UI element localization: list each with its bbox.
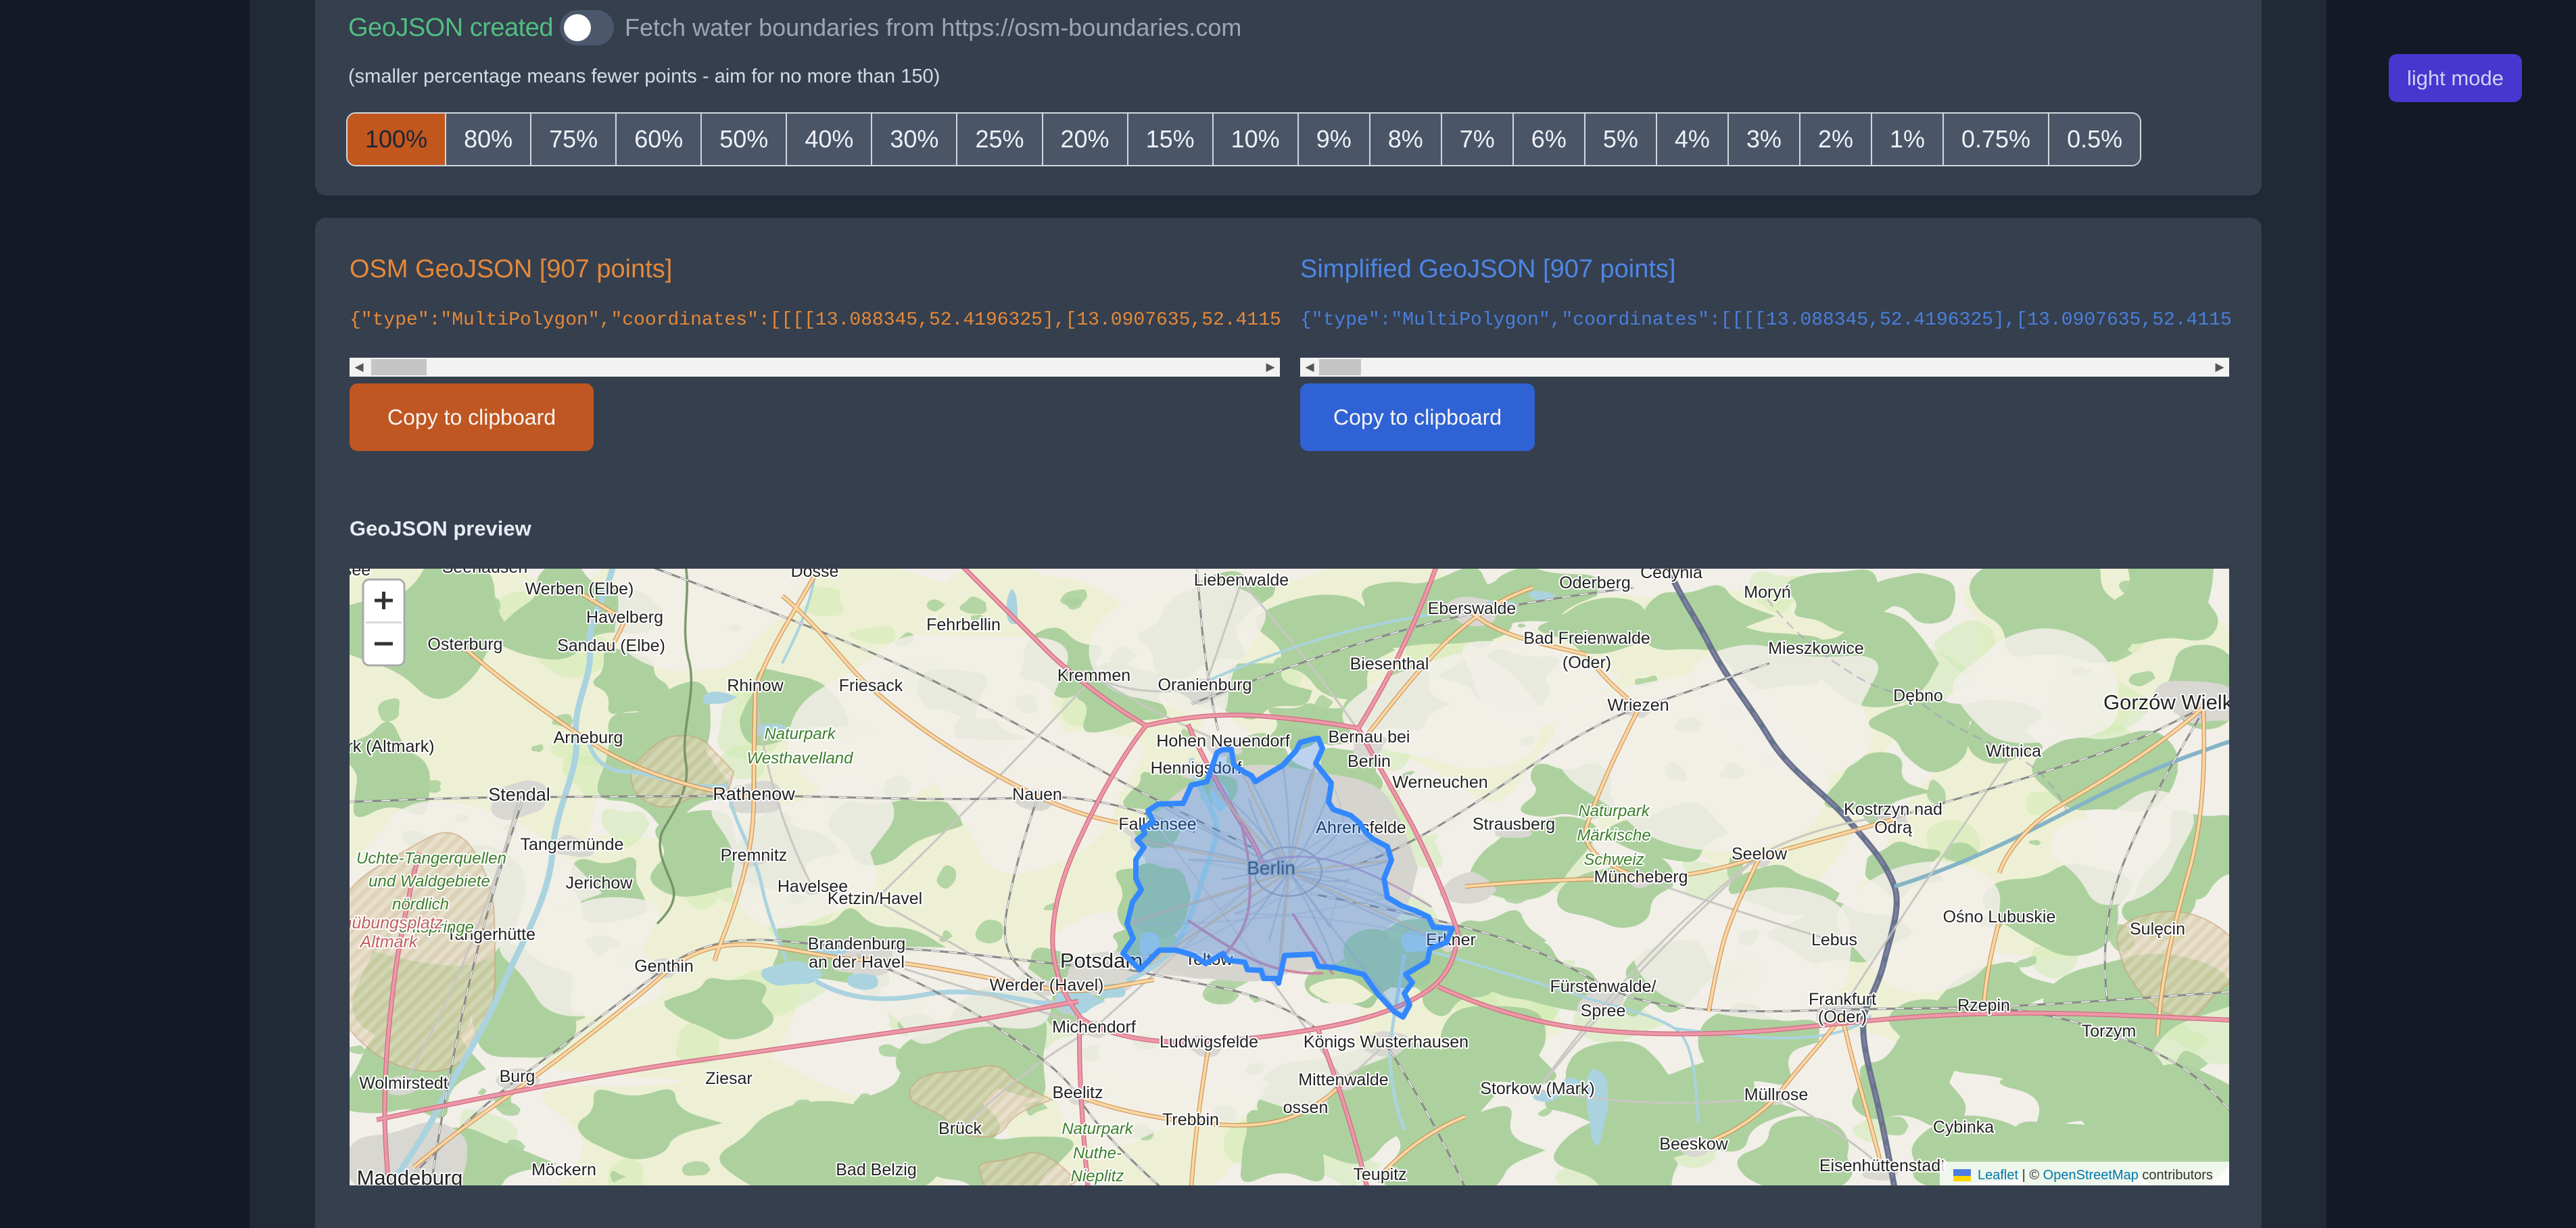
svg-text:und Waldgebiete: und Waldgebiete [368,872,490,891]
svg-text:Müncheberg: Müncheberg [1594,868,1688,887]
svg-text:Gorzów Wielkopols: Gorzów Wielkopols [2103,690,2229,714]
svg-text:Magdeburg: Magdeburg [357,1166,463,1185]
svg-text:Oderberg: Oderberg [1559,573,1631,592]
svg-text:Werben (Elbe): Werben (Elbe) [525,580,634,598]
svg-text:see: see [350,569,371,580]
svg-text:Michendorf: Michendorf [1052,1018,1136,1037]
svg-text:Lebus: Lebus [1811,930,1857,949]
svg-text:Bernau bei: Bernau bei [1329,728,1410,747]
svg-text:ossen: ossen [1283,1098,1329,1117]
svg-text:Altmark: Altmark [359,932,419,951]
svg-text:Fürstenwalde/: Fürstenwalde/ [1550,977,1656,996]
svg-text:Königs Wusterhausen: Königs Wusterhausen [1304,1033,1469,1052]
svg-text:(Oder): (Oder) [1818,1008,1867,1026]
svg-text:Storkow (Mark): Storkow (Mark) [1480,1079,1594,1098]
svg-text:Ludwigsfelde: Ludwigsfelde [1160,1033,1258,1052]
svg-text:Nuthe-: Nuthe- [1073,1144,1122,1162]
svg-text:penübungsplatz: penübungsplatz [350,914,444,932]
svg-text:Kostrzyn nad: Kostrzyn nad [1844,800,1942,819]
svg-text:Mittenwalde: Mittenwalde [1298,1070,1388,1089]
svg-text:Premnitz: Premnitz [721,846,788,865]
svg-text:Ziesar: Ziesar [705,1069,752,1088]
svg-text:Bad Belzig: Bad Belzig [836,1160,917,1179]
svg-text:Sulęcin: Sulęcin [2130,920,2185,939]
svg-text:Tangermünde: Tangermünde [521,835,624,854]
svg-text:Trebbin: Trebbin [1162,1110,1219,1129]
svg-text:Frankfurt: Frankfurt [1809,990,1876,1009]
svg-text:Friesack: Friesack [839,676,903,695]
svg-text:(Oder): (Oder) [1563,653,1611,672]
svg-text:Naturpark: Naturpark [764,725,836,743]
svg-text:Dosse: Dosse [791,569,839,581]
svg-text:Fehrbellin: Fehrbellin [926,615,1001,634]
svg-text:Seelow: Seelow [1732,845,1788,864]
svg-text:Müllrose: Müllrose [1744,1085,1808,1104]
svg-text:Strausberg: Strausberg [1473,815,1555,834]
svg-text:Brandenburg: Brandenburg [808,935,906,953]
svg-text:Nauen: Nauen [1012,785,1062,804]
svg-text:Sandau (Elbe): Sandau (Elbe) [557,636,665,655]
svg-text:Uchte-Tangerquellen: Uchte-Tangerquellen [356,849,506,868]
svg-text:Witnica: Witnica [1986,742,2041,761]
svg-text:Dębno: Dębno [1893,686,1943,705]
svg-text:Naturpark: Naturpark [1578,802,1650,820]
svg-text:Moryń: Moryń [1744,583,1790,602]
svg-text:Brück: Brück [938,1119,982,1138]
svg-text:Havelberg: Havelberg [586,608,663,627]
svg-text:Osterburg: Osterburg [427,635,502,654]
svg-text:Ketzin/Havel: Ketzin/Havel [828,889,922,908]
svg-text:Mieszkowice: Mieszkowice [1768,639,1864,658]
svg-text:Wolmirstedt: Wolmirstedt [359,1074,448,1093]
svg-text:Arneburg: Arneburg [554,728,623,747]
svg-text:Westhavelland: Westhavelland [747,749,854,768]
svg-text:Möckern: Möckern [531,1160,596,1179]
svg-text:Wriezen: Wriezen [1607,696,1669,715]
svg-text:Rhinow: Rhinow [727,676,784,695]
svg-text:Bad Freienwalde: Bad Freienwalde [1523,629,1650,648]
svg-text:Odrą: Odrą [1874,818,1912,837]
svg-text:Beeskow: Beeskow [1659,1135,1728,1154]
svg-text:Oranienburg: Oranienburg [1158,676,1252,694]
svg-text:Biesenthal: Biesenthal [1350,655,1429,674]
svg-text:Seehausen: Seehausen [442,569,528,577]
svg-text:Jerichow: Jerichow [566,874,634,893]
svg-text:Stendal: Stendal [488,784,550,805]
svg-text:Teupitz: Teupitz [1353,1165,1406,1184]
svg-text:Schweiz: Schweiz [1583,851,1644,869]
svg-text:an der Havel: an der Havel [809,953,905,972]
svg-text:Naturpark: Naturpark [1062,1120,1134,1138]
svg-text:Rathenow: Rathenow [713,784,795,804]
svg-text:Burg: Burg [500,1067,535,1086]
svg-text:Liebenwalde: Liebenwalde [1194,571,1289,590]
svg-text:nördlich: nördlich [392,895,449,914]
svg-text:Cybinka: Cybinka [1933,1118,1994,1137]
svg-text:Werder (Havel): Werder (Havel) [989,976,1103,995]
svg-text:Berlin: Berlin [1347,752,1391,771]
svg-text:Beelitz: Beelitz [1052,1083,1103,1102]
svg-text:Cedynia: Cedynia [1640,569,1702,582]
svg-text:Kremmen: Kremmen [1057,666,1130,685]
svg-text:Torzym: Torzym [2082,1022,2137,1041]
svg-text:Spree: Spree [1581,1001,1626,1020]
svg-text:Ośno Lubuskie: Ośno Lubuskie [1943,907,2056,926]
svg-text:Werneuchen: Werneuchen [1392,773,1487,792]
svg-text:Nieplitz: Nieplitz [1071,1167,1124,1185]
svg-text:Eberswalde: Eberswalde [1428,599,1517,618]
svg-text:Eisenhüttenstadt: Eisenhüttenstadt [1819,1156,1945,1175]
svg-text:Leaflet | © OpenStreetMap cont: Leaflet | © OpenStreetMap contributors [1978,1168,2213,1183]
svg-text:Rzepin: Rzepin [1957,996,2010,1015]
svg-text:Märkische: Märkische [1577,826,1650,845]
svg-text:Genthin: Genthin [634,957,694,976]
svg-text:ark (Altmark): ark (Altmark) [350,737,435,756]
